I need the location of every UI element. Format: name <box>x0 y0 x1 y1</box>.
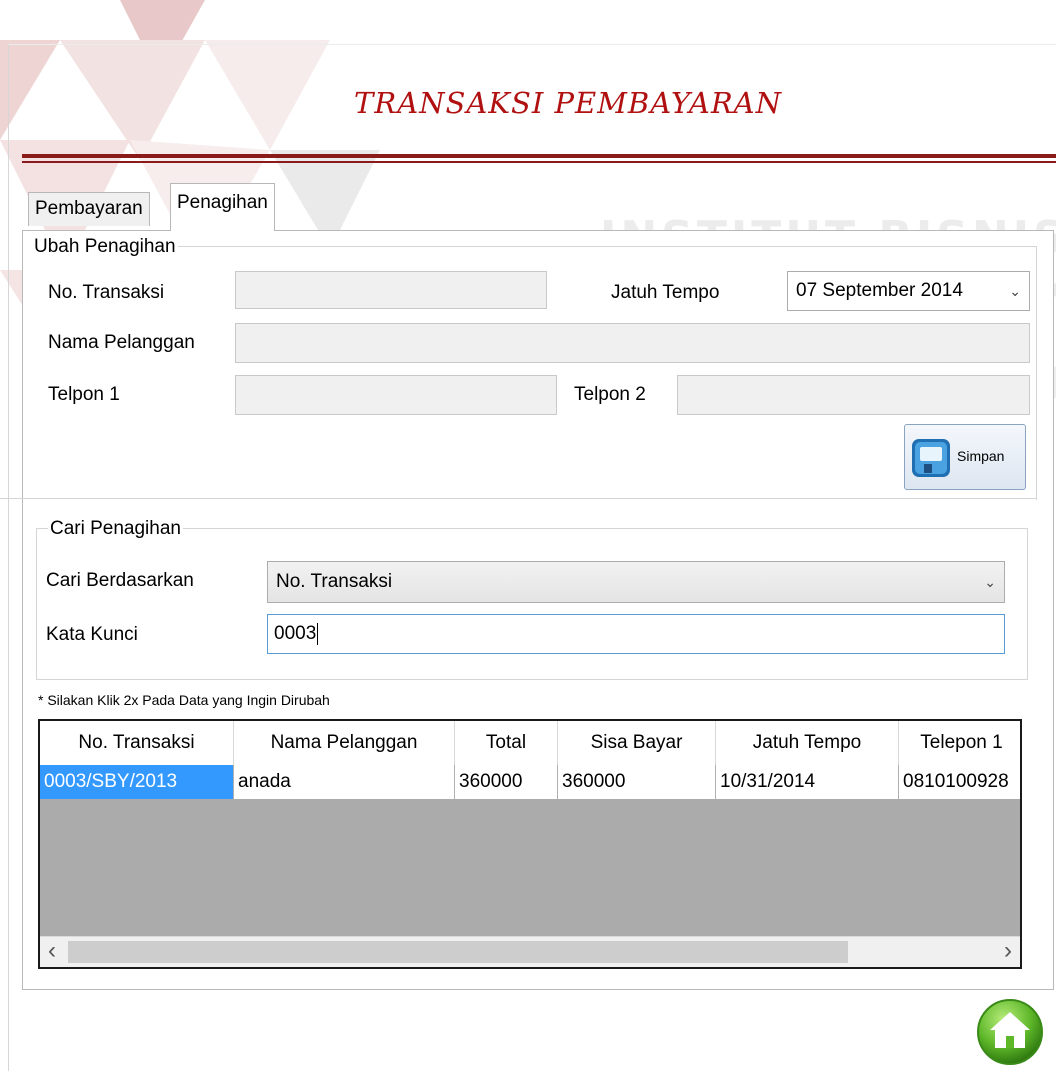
cari-berdasarkan-value: No. Transaksi <box>276 571 393 592</box>
nama-pelanggan-field[interactable] <box>235 323 1030 363</box>
table-cell[interactable]: 360000 <box>558 765 716 799</box>
telpon1-field[interactable] <box>235 375 557 415</box>
cari-berdasarkan-label: Cari Berdasarkan <box>46 570 194 591</box>
page-title: TRANSAKSI PEMBAYARAN <box>354 86 782 120</box>
jatuh-tempo-label: Jatuh Tempo <box>611 282 720 303</box>
home-icon[interactable] <box>976 998 1044 1066</box>
telpon1-label: Telpon 1 <box>48 384 120 405</box>
jatuh-tempo-value: 07 September 2014 <box>796 280 963 301</box>
save-button[interactable]: Simpan <box>904 424 1026 490</box>
chevron-down-icon[interactable]: ⌄ <box>1009 272 1021 310</box>
kata-kunci-value: 0003 <box>274 623 317 644</box>
save-label: Simpan <box>957 448 1005 464</box>
column-header[interactable]: No. Transaksi <box>40 721 234 765</box>
cari-penagihan-group <box>36 528 1028 680</box>
telpon2-field[interactable] <box>677 375 1030 415</box>
no-transaksi-label: No. Transaksi <box>48 282 165 303</box>
penagihan-table[interactable]: No. Transaksi Nama Pelanggan Total Sisa … <box>38 719 1022 969</box>
table-cell[interactable]: 0810100928 <box>899 765 1020 799</box>
horizontal-scrollbar[interactable]: ‹ › <box>40 936 1020 967</box>
column-header[interactable]: Telepon 1 <box>899 721 1020 765</box>
table-cell[interactable]: 360000 <box>455 765 558 799</box>
telpon2-label: Telpon 2 <box>574 384 646 405</box>
column-header[interactable]: Total <box>455 721 558 765</box>
cari-berdasarkan-select[interactable]: No. Transaksi ⌄ <box>267 561 1005 603</box>
column-header[interactable]: Sisa Bayar <box>558 721 716 765</box>
ubah-penagihan-group-bottom <box>0 498 1036 499</box>
jatuh-tempo-datepicker[interactable]: 07 September 2014 ⌄ <box>787 271 1030 311</box>
tab-pembayaran[interactable]: Pembayaran <box>28 192 150 226</box>
column-header[interactable]: Jatuh Tempo <box>716 721 899 765</box>
ubah-penagihan-legend: Ubah Penagihan <box>32 236 178 258</box>
kata-kunci-input[interactable]: 0003 <box>267 614 1005 654</box>
kata-kunci-label: Kata Kunci <box>46 624 138 645</box>
title-divider-thin <box>22 161 1056 163</box>
text-caret <box>317 623 319 645</box>
table-cell[interactable]: anada <box>234 765 455 799</box>
table-cell-selected[interactable]: 0003/SBY/2013 <box>40 765 234 799</box>
nama-pelanggan-label: Nama Pelanggan <box>48 332 195 353</box>
scroll-left-icon[interactable]: ‹ <box>48 937 56 965</box>
cari-penagihan-legend: Cari Penagihan <box>48 518 183 540</box>
instruction-note: * Silakan Klik 2x Pada Data yang Ingin D… <box>38 692 330 708</box>
no-transaksi-field[interactable] <box>235 271 547 309</box>
chevron-down-icon[interactable]: ⌄ <box>984 562 996 602</box>
save-icon <box>912 439 950 477</box>
tab-penagihan[interactable]: Penagihan <box>170 183 275 231</box>
title-divider <box>22 154 1056 158</box>
scrollbar-thumb[interactable] <box>68 941 848 963</box>
scroll-right-icon[interactable]: › <box>1004 937 1012 965</box>
column-header[interactable]: Nama Pelanggan <box>234 721 455 765</box>
table-cell[interactable]: 10/31/2014 <box>716 765 899 799</box>
